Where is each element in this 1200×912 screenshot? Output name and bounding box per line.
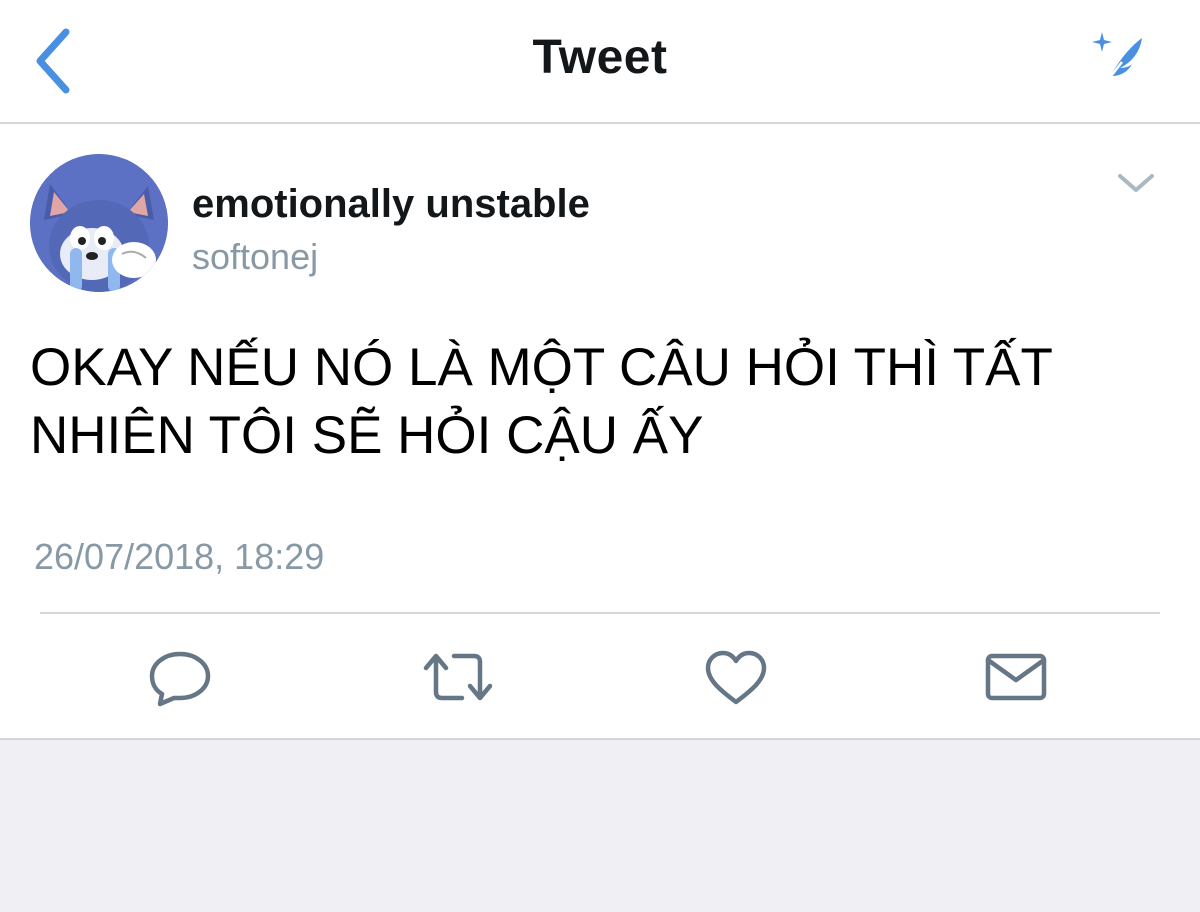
- avatar[interactable]: [30, 154, 168, 292]
- tweet-options-button[interactable]: [1112, 166, 1160, 202]
- compose-tweet-icon: [1092, 32, 1142, 81]
- empty-background: [0, 740, 1200, 912]
- display-name[interactable]: emotionally unstable: [192, 182, 590, 227]
- reply-icon: [149, 651, 211, 707]
- navigation-bar: Tweet: [0, 0, 1200, 124]
- divider: [40, 612, 1160, 614]
- tweet-card: emotionally unstable softonej OKAY NẾU N…: [0, 124, 1200, 740]
- heart-icon: [705, 650, 767, 705]
- chevron-down-icon: [1118, 174, 1154, 192]
- tweet-timestamp: 26/07/2018, 18:29: [34, 536, 325, 577]
- retweet-button[interactable]: [422, 646, 494, 708]
- page-title: Tweet: [532, 31, 668, 84]
- tweet-detail-screen: Tweet emotionally unstable softonej OKAY…: [0, 0, 1200, 912]
- retweet-icon: [423, 653, 493, 701]
- like-button[interactable]: [700, 646, 772, 708]
- avatar-image: [30, 154, 168, 292]
- reply-button[interactable]: [144, 646, 216, 708]
- compose-tweet-button[interactable]: [1086, 28, 1150, 88]
- direct-message-button[interactable]: [980, 646, 1052, 708]
- envelope-icon: [985, 653, 1047, 701]
- username[interactable]: softonej: [192, 236, 318, 278]
- tweet-text: OKAY NẾU NÓ LÀ MỘT CÂU HỎI THÌ TẤT NHIÊN…: [30, 338, 1052, 465]
